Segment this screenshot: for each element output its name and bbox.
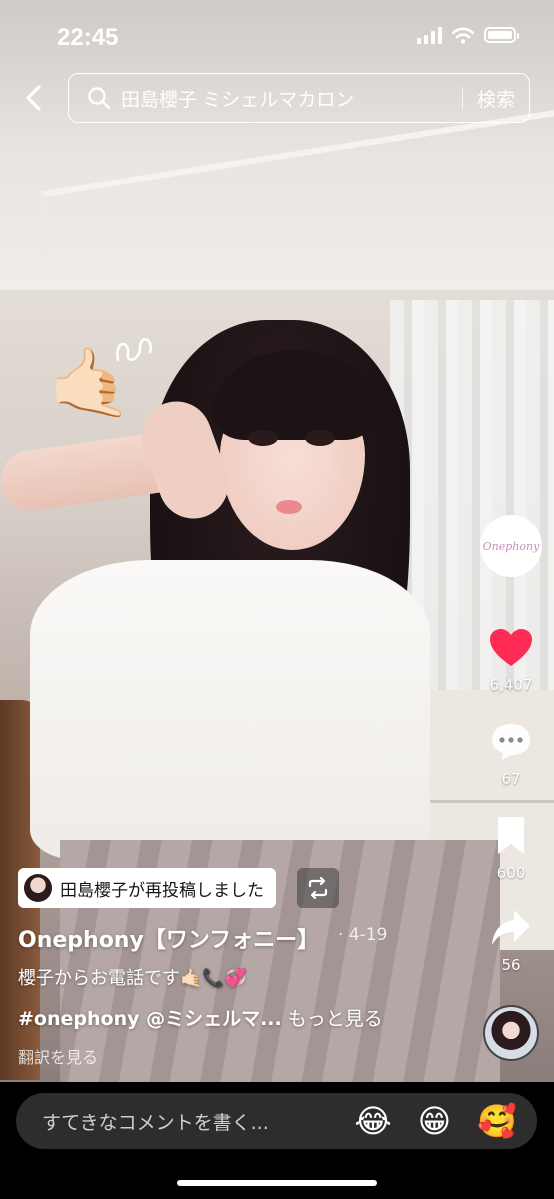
status-icons — [417, 26, 519, 44]
back-button[interactable] — [18, 80, 48, 116]
video-subject-eye-left — [248, 430, 278, 446]
post-hashtags[interactable]: #onephony @ミシェルマ... もっと見る — [18, 1004, 383, 1031]
status-time: 22:45 — [57, 24, 119, 51]
repost-label[interactable]: 田島櫻子が再投稿しました — [18, 868, 276, 908]
post-date: · 4-19 — [338, 925, 388, 945]
search-query[interactable]: 田島櫻子 ミシェルマカロン — [121, 85, 448, 112]
emoji-laughing-icon[interactable]: 😂 — [354, 1105, 391, 1137]
post-author[interactable]: Onephony【ワンフォニー】 — [18, 922, 319, 954]
share-arrow-icon — [492, 910, 530, 945]
repost-text: 田島櫻子が再投稿しました — [60, 880, 264, 901]
chevron-left-icon — [26, 85, 41, 111]
like-button[interactable]: 6,407 — [480, 628, 542, 694]
share-count: 56 — [501, 956, 521, 974]
post-caption: 櫻子からお電話です🤙🏻📞💞 — [18, 968, 248, 989]
wifi-icon — [452, 27, 474, 44]
reposter-avatar — [24, 874, 52, 902]
comment-count: 67 — [501, 770, 521, 788]
share-button[interactable]: 56 — [480, 908, 542, 974]
search-icon — [88, 87, 111, 110]
save-button[interactable]: 600 — [480, 816, 542, 882]
comment-bubble-icon — [492, 724, 530, 760]
home-indicator[interactable] — [177, 1180, 377, 1186]
repost-button[interactable] — [297, 868, 339, 908]
video-subject-lips — [276, 500, 302, 514]
comment-button[interactable]: 67 — [480, 722, 542, 788]
comment-placeholder[interactable]: すてきなコメントを書く... — [42, 1108, 328, 1135]
comment-input[interactable]: すてきなコメントを書く... 😂 😁 🥰 — [16, 1093, 537, 1149]
cellular-signal-icon — [417, 26, 442, 44]
music-disc-avatar[interactable] — [483, 1005, 539, 1061]
search-bar[interactable]: 田島櫻子 ミシェルマカロン 検索 — [68, 73, 530, 123]
creator-logo-text: Onephony — [482, 539, 540, 553]
heart-icon — [490, 629, 532, 666]
see-more-link[interactable]: もっと見る — [288, 1008, 383, 1030]
like-count: 6,407 — [489, 676, 533, 694]
creator-avatar[interactable]: Onephony — [480, 515, 542, 577]
battery-icon — [484, 27, 519, 43]
emoji-grinning-icon[interactable]: 😁 — [418, 1105, 451, 1137]
scribble-sticker-icon — [116, 338, 152, 362]
video-subject-top — [30, 560, 430, 860]
emoji-hearts-icon[interactable]: 🥰 — [477, 1105, 517, 1137]
search-divider — [461, 87, 463, 109]
video-subject-eye-right — [305, 430, 335, 446]
video-player[interactable]: 🤙🏻 — [0, 0, 554, 1082]
repost-arrows-icon — [308, 877, 328, 899]
translate-link[interactable]: 翻訳を見る — [18, 1044, 98, 1068]
search-button[interactable]: 検索 — [477, 85, 515, 112]
hashtag-text[interactable]: #onephony @ミシェルマ... — [18, 1008, 282, 1030]
bookmark-icon — [498, 817, 524, 854]
save-count: 600 — [496, 864, 526, 882]
